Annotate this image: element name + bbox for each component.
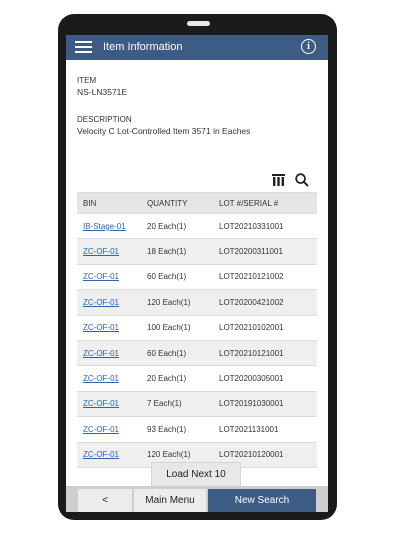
bin-link[interactable]: ZC-OF-01 bbox=[83, 298, 119, 307]
info-icon[interactable]: i bbox=[301, 39, 316, 54]
main-menu-button[interactable]: Main Menu bbox=[134, 489, 206, 512]
lot-cell: LOT20191030001 bbox=[213, 391, 317, 418]
description-value: Velocity C Lot-Controlled Item 3571 in E… bbox=[77, 126, 251, 136]
column-header-lot[interactable]: LOT #/SERIAL # bbox=[213, 192, 317, 214]
lot-cell: LOT20200305001 bbox=[213, 365, 317, 392]
table-row: ZC-OF-01 93 Each(1) LOT2021131001 bbox=[77, 416, 317, 443]
table-row: IB-Stage-01 20 Each(1) LOT20210331001 bbox=[77, 213, 317, 240]
inventory-table: BIN QUANTITY LOT #/SERIAL # IB-Stage-01 … bbox=[77, 192, 317, 468]
bin-cell: ZC-OF-01 bbox=[77, 416, 141, 443]
quantity-cell: 60 Each(1) bbox=[141, 264, 213, 291]
lot-cell: LOT20200421002 bbox=[213, 289, 317, 316]
bin-link[interactable]: ZC-OF-01 bbox=[83, 349, 119, 358]
bin-link[interactable]: ZC-OF-01 bbox=[83, 247, 119, 256]
bin-cell: ZC-OF-01 bbox=[77, 391, 141, 418]
quantity-cell: 93 Each(1) bbox=[141, 416, 213, 443]
speaker-slot bbox=[187, 21, 210, 26]
quantity-cell: 18 Each(1) bbox=[141, 238, 213, 265]
table-row: ZC-OF-01 60 Each(1) LOT20210121002 bbox=[77, 264, 317, 291]
bin-cell: ZC-OF-01 bbox=[77, 264, 141, 291]
table-row: ZC-OF-01 120 Each(1) LOT20200421002 bbox=[77, 289, 317, 316]
search-icon[interactable] bbox=[295, 173, 309, 187]
bin-cell: IB-Stage-01 bbox=[77, 213, 141, 240]
table-row: ZC-OF-01 100 Each(1) LOT20210102001 bbox=[77, 315, 317, 341]
quantity-cell: 120 Each(1) bbox=[141, 289, 213, 316]
phone-frame: Item Information i ITEM NS-LN3571E DESCR… bbox=[58, 14, 337, 520]
column-header-quantity[interactable]: QUANTITY bbox=[141, 192, 213, 214]
app-screen: Item Information i ITEM NS-LN3571E DESCR… bbox=[66, 35, 328, 512]
item-value: NS-LN3571E bbox=[77, 87, 128, 97]
column-header-bin[interactable]: BIN bbox=[77, 192, 141, 214]
bin-link[interactable]: ZC-OF-01 bbox=[83, 323, 119, 332]
table-row: ZC-OF-01 60 Each(1) LOT20210121001 bbox=[77, 340, 317, 367]
bin-cell: ZC-OF-01 bbox=[77, 315, 141, 341]
app-header: Item Information i bbox=[66, 35, 328, 60]
columns-icon[interactable] bbox=[272, 174, 285, 186]
bin-cell: ZC-OF-01 bbox=[77, 365, 141, 392]
table-row: ZC-OF-01 18 Each(1) LOT20200311001 bbox=[77, 238, 317, 265]
back-button[interactable]: < bbox=[78, 489, 132, 512]
lot-cell: LOT20200311001 bbox=[213, 238, 317, 265]
bin-cell: ZC-OF-01 bbox=[77, 442, 141, 468]
bin-link[interactable]: ZC-OF-01 bbox=[83, 374, 119, 383]
description-label: DESCRIPTION bbox=[77, 115, 132, 124]
item-label: ITEM bbox=[77, 76, 97, 85]
hamburger-icon[interactable] bbox=[75, 41, 92, 54]
lot-cell: LOT2021131001 bbox=[213, 416, 317, 443]
bin-cell: ZC-OF-01 bbox=[77, 238, 141, 265]
footer-bar: < Main Menu New Search bbox=[66, 486, 328, 512]
bin-cell: ZC-OF-01 bbox=[77, 340, 141, 367]
new-search-button[interactable]: New Search bbox=[208, 489, 316, 512]
bin-link[interactable]: ZC-OF-01 bbox=[83, 272, 119, 281]
bin-link[interactable]: IB-Stage-01 bbox=[83, 222, 126, 231]
table-header-row: BIN QUANTITY LOT #/SERIAL # bbox=[77, 192, 317, 214]
load-next-button[interactable]: Load Next 10 bbox=[151, 462, 241, 488]
lot-cell: LOT20210102001 bbox=[213, 315, 317, 341]
quantity-cell: 60 Each(1) bbox=[141, 340, 213, 367]
quantity-cell: 100 Each(1) bbox=[141, 315, 213, 341]
table-row: ZC-OF-01 20 Each(1) LOT20200305001 bbox=[77, 365, 317, 392]
bin-link[interactable]: ZC-OF-01 bbox=[83, 425, 119, 434]
quantity-cell: 20 Each(1) bbox=[141, 213, 213, 240]
quantity-cell: 7 Each(1) bbox=[141, 391, 213, 418]
bin-cell: ZC-OF-01 bbox=[77, 289, 141, 316]
lot-cell: LOT20210331001 bbox=[213, 213, 317, 240]
table-row: ZC-OF-01 7 Each(1) LOT20191030001 bbox=[77, 391, 317, 418]
bin-link[interactable]: ZC-OF-01 bbox=[83, 450, 119, 459]
bin-link[interactable]: ZC-OF-01 bbox=[83, 399, 119, 408]
lot-cell: LOT20210121002 bbox=[213, 264, 317, 291]
quantity-cell: 20 Each(1) bbox=[141, 365, 213, 392]
page-title: Item Information bbox=[103, 41, 183, 53]
lot-cell: LOT20210121001 bbox=[213, 340, 317, 367]
